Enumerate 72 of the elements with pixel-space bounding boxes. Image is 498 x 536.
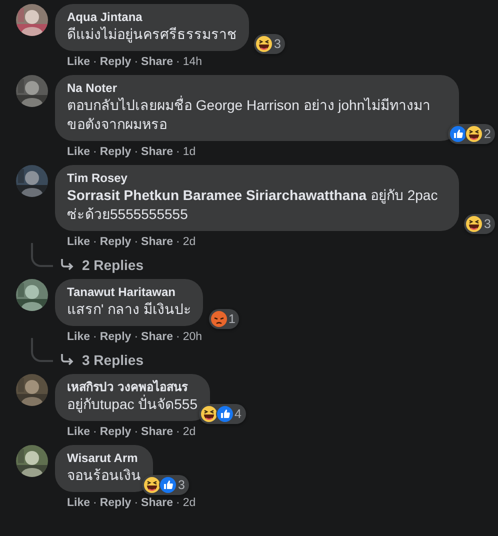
comment-action-link[interactable]: Reply bbox=[100, 426, 132, 438]
comment-action-link[interactable]: Like bbox=[67, 56, 90, 68]
separator-dot: · bbox=[93, 56, 97, 68]
reaction-badge[interactable]: 3 bbox=[254, 34, 285, 54]
author-name[interactable]: Aqua Jintana bbox=[67, 10, 237, 25]
author-name[interactable]: Tim Rosey bbox=[67, 171, 447, 186]
author-name[interactable]: เหสกิรปว วงคพอไอสนร bbox=[67, 380, 198, 395]
angry-emoji-icon bbox=[210, 310, 228, 328]
laughing-emoji-icon bbox=[465, 215, 484, 233]
comment-time[interactable]: 14h bbox=[182, 56, 202, 68]
reaction-badge[interactable]: 4 bbox=[198, 404, 246, 424]
thumbs-up-icon bbox=[216, 405, 234, 423]
comment-time[interactable]: 2d bbox=[182, 496, 196, 508]
comment-text: จอนร้อนเงิน bbox=[67, 466, 141, 485]
comment-action-link[interactable]: Share bbox=[141, 236, 173, 248]
comment-action-link[interactable]: Share bbox=[141, 496, 173, 508]
comment-text: Sorrasit Phetkun Baramee Siriarchawatthana อยู่กับ 2pac ซ่ะด้วย5555555555 bbox=[67, 186, 439, 224]
comment-text: ตอบกลับไปเลยผมชื่อ George Harrison อย่าง johnไม่มีทางมาขอตังจากผมหรอ bbox=[67, 96, 432, 134]
separator-dot: · bbox=[176, 56, 180, 68]
comment-action-link[interactable]: Like bbox=[67, 146, 90, 158]
comment-text: แสรก' กลาง มีเงินปะ bbox=[67, 300, 192, 319]
comment-action-link[interactable]: Reply bbox=[100, 146, 132, 158]
comment-action-link[interactable]: Share bbox=[141, 330, 173, 342]
separator-dot: · bbox=[176, 426, 180, 438]
comment-action-link[interactable]: Reply bbox=[100, 236, 132, 248]
separator-dot: · bbox=[134, 56, 138, 68]
separator-dot: · bbox=[134, 330, 138, 342]
separator-dot: · bbox=[93, 330, 97, 342]
thumbs-up-icon bbox=[159, 476, 178, 494]
thread-line bbox=[31, 338, 53, 362]
separator-dot: · bbox=[134, 146, 138, 158]
separator-dot: · bbox=[176, 330, 180, 342]
reaction-badge[interactable]: 3 bbox=[464, 214, 495, 234]
view-replies-link[interactable]: 3 Replies bbox=[53, 344, 144, 368]
reaction-badge[interactable]: 3 bbox=[142, 475, 189, 495]
laughing-emoji-icon bbox=[255, 35, 274, 53]
separator-dot: · bbox=[93, 496, 97, 508]
comment-text: อยู่กับtupac ปั่นจัด555 bbox=[67, 395, 198, 414]
comment-time[interactable]: 1d bbox=[182, 146, 196, 158]
comment-text: ดีแม่งไม่อยู่นครศรีธรรมราช bbox=[67, 25, 237, 44]
comment-action-link[interactable]: Like bbox=[67, 330, 90, 342]
separator-dot: · bbox=[93, 146, 97, 158]
reply-arrow-icon bbox=[60, 259, 74, 271]
comment-time[interactable]: 2d bbox=[182, 236, 196, 248]
separator-dot: · bbox=[93, 236, 97, 248]
separator-dot: · bbox=[176, 236, 180, 248]
view-replies-link[interactable]: 2 Replies bbox=[53, 249, 144, 273]
laughing-emoji-icon bbox=[465, 125, 484, 143]
comment-action-link[interactable]: Reply bbox=[100, 496, 132, 508]
comment-action-link[interactable]: Share bbox=[141, 56, 173, 68]
separator-dot: · bbox=[134, 426, 138, 438]
comment-action-link[interactable]: Share bbox=[141, 426, 173, 438]
thread-line bbox=[31, 243, 53, 267]
comment-action-link[interactable]: Reply bbox=[100, 330, 132, 342]
reaction-badge[interactable]: 2 bbox=[448, 124, 495, 144]
comment-time[interactable]: 20h bbox=[182, 330, 202, 342]
author-name[interactable]: Tanawut Haritawan bbox=[67, 285, 192, 300]
reply-arrow-icon bbox=[60, 354, 74, 366]
separator-dot: · bbox=[176, 146, 180, 158]
comment-action-link[interactable]: Reply bbox=[100, 56, 132, 68]
reaction-badge[interactable]: 1 bbox=[208, 309, 240, 329]
comment-action-link[interactable]: Like bbox=[67, 426, 90, 438]
separator-dot: · bbox=[134, 236, 138, 248]
comment-action-link[interactable]: Like bbox=[67, 236, 90, 248]
comment-action-link[interactable]: Like bbox=[67, 496, 90, 508]
separator-dot: · bbox=[134, 496, 138, 508]
comment-time[interactable]: 2d bbox=[182, 426, 196, 438]
author-name[interactable]: Wisarut Arm bbox=[67, 451, 141, 466]
separator-dot: · bbox=[93, 426, 97, 438]
comment-action-link[interactable]: Share bbox=[141, 146, 173, 158]
separator-dot: · bbox=[176, 496, 180, 508]
author-name[interactable]: Na Noter bbox=[67, 81, 447, 96]
